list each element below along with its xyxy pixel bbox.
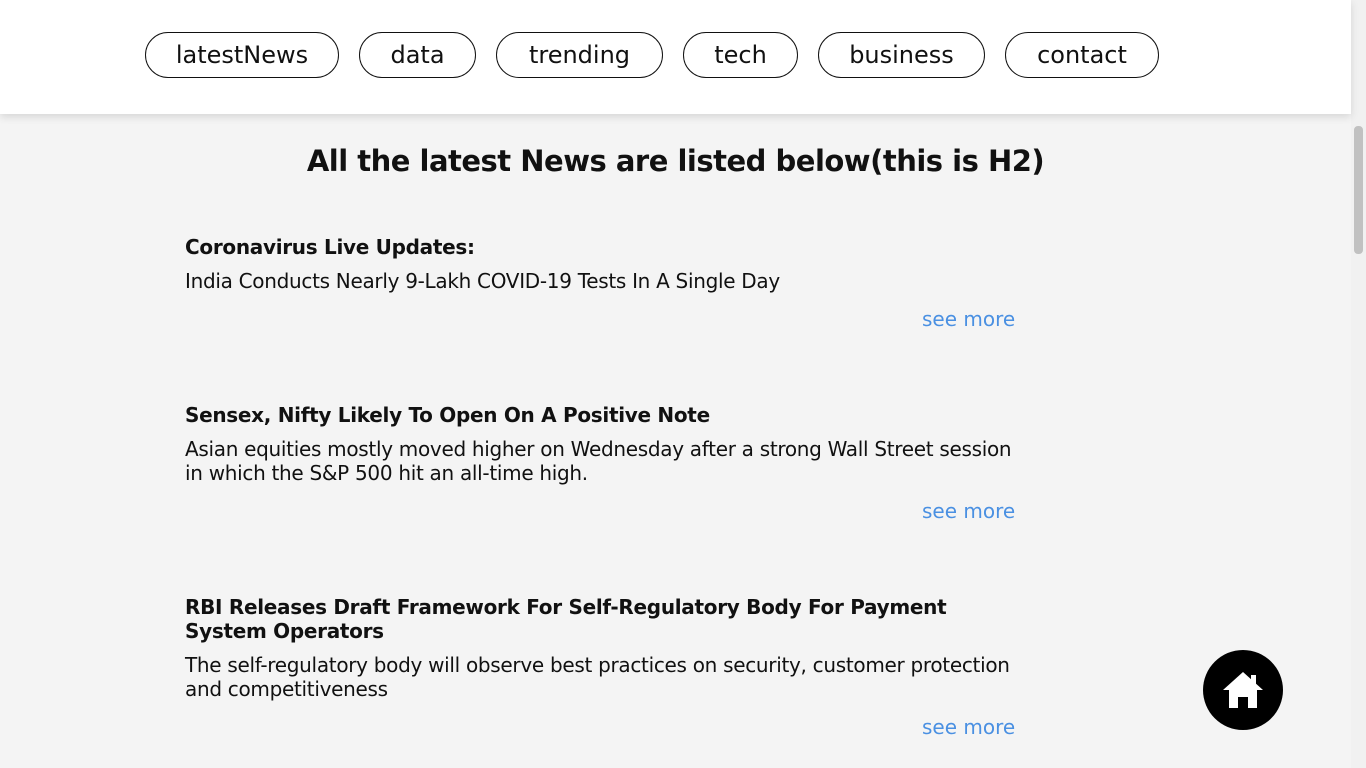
nav-tech-button[interactable]: tech bbox=[683, 32, 798, 78]
article-title: Sensex, Nifty Likely To Open On A Positi… bbox=[185, 403, 710, 427]
home-icon bbox=[1223, 672, 1263, 708]
article-title: RBI Releases Draft Framework For Self-Re… bbox=[185, 595, 947, 643]
nav-contact-button[interactable]: contact bbox=[1005, 32, 1159, 78]
vertical-scrollbar[interactable] bbox=[1351, 0, 1366, 768]
see-more-link[interactable]: see more bbox=[922, 715, 1015, 739]
nav-latestnews-button[interactable]: latestNews bbox=[145, 32, 339, 78]
nav-trending-button[interactable]: trending bbox=[496, 32, 663, 78]
news-article: RBI Releases Draft Framework For Self-Re… bbox=[185, 595, 1030, 701]
news-article: Sensex, Nifty Likely To Open On A Positi… bbox=[185, 403, 1030, 485]
nav-data-button[interactable]: data bbox=[359, 32, 476, 78]
top-navigation: latestNews data trending tech business c… bbox=[0, 0, 1351, 114]
article-summary: India Conducts Nearly 9-Lakh COVID-19 Te… bbox=[185, 269, 780, 293]
article-summary: The self-regulatory body will observe be… bbox=[185, 653, 1010, 701]
news-article: Coronavirus Live Updates: India Conducts… bbox=[185, 235, 1030, 293]
see-more-link[interactable]: see more bbox=[922, 499, 1015, 523]
article-summary: Asian equities mostly moved higher on We… bbox=[185, 437, 1012, 485]
scrollbar-thumb[interactable] bbox=[1354, 126, 1363, 254]
see-more-link[interactable]: see more bbox=[922, 307, 1015, 331]
nav-business-button[interactable]: business bbox=[818, 32, 985, 78]
article-title: Coronavirus Live Updates: bbox=[185, 235, 475, 259]
home-button[interactable] bbox=[1203, 650, 1283, 730]
page-heading: All the latest News are listed below(thi… bbox=[306, 144, 1045, 178]
